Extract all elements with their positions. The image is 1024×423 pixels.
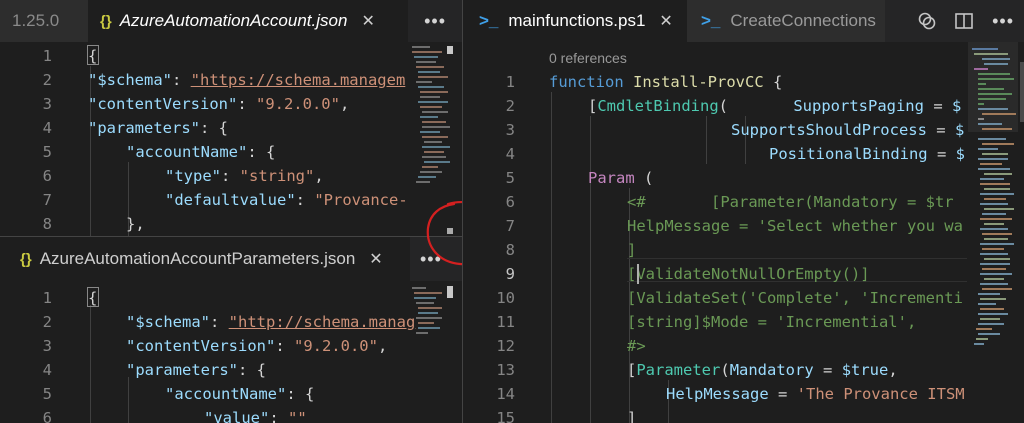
code-line: 2 [CmdletBinding( SupportsPaging = $ (505, 97, 962, 115)
tab-label: CreateConnections (730, 11, 876, 30)
powershell-icon: >_ (479, 11, 499, 30)
minimap[interactable] (410, 281, 452, 423)
code-line: 11 [string]$Mode = 'Incremential', (496, 313, 917, 331)
code-line: 8] (505, 241, 637, 259)
tab-azure-automation-account[interactable]: {} AzureAutomationAccount.json ✕ (88, 0, 408, 42)
split-editor-icon[interactable] (954, 11, 974, 31)
left-top-tabbar: 1.25.0 {} AzureAutomationAccount.json ✕ … (0, 0, 462, 42)
code-line: 4 "parameters": { (42, 361, 266, 379)
code-line: 1{ (42, 289, 98, 307)
code-line: 5 "accountName": { (42, 143, 276, 161)
code-line: 12 #> (496, 337, 646, 355)
code-line: 5 "accountName": { (42, 385, 315, 403)
code-line: 4 PositionalBinding = $ (505, 145, 965, 163)
minimap[interactable] (968, 42, 1024, 423)
close-icon[interactable]: ✕ (361, 11, 374, 31)
tab-azure-automation-account-parameters[interactable]: {} AzureAutomationAccountParameters.json… (0, 237, 410, 281)
tab-label: AzureAutomationAccount.json (119, 11, 348, 30)
code-line: 3 "contentVersion": "9.2.0.0", (42, 337, 388, 355)
close-icon[interactable]: ✕ (659, 11, 672, 31)
right-editor[interactable]: 0 references 1 function Install-ProvCC { … (463, 42, 1024, 423)
code-line: 9 [ValidateNotNullOrEmpty()] (505, 265, 870, 283)
tab-create-connections[interactable]: >_ CreateConnections (687, 0, 885, 42)
right-tabbar: >_ mainfunctions.ps1 ✕ >_ CreateConnecti… (463, 0, 1024, 42)
powershell-icon: >_ (701, 11, 721, 30)
code-line: 7 HelpMessage = 'Select whether you wa (505, 217, 963, 235)
code-line: 3 "contentVersion": "9.2.0.0", (42, 95, 350, 113)
more-actions-icon[interactable]: ••• (992, 11, 1014, 32)
code-line: 1 function Install-ProvCC { (505, 73, 783, 91)
code-line: 4 "parameters": { (42, 119, 228, 137)
close-icon[interactable]: ✕ (369, 249, 382, 269)
code-line: 8}, (42, 215, 145, 233)
tab-label: 1.25.0 (12, 11, 60, 30)
left-bottom-editor[interactable]: 1{ 2 "$schema": "http://schema.manag 3 "co… (0, 281, 462, 423)
code-line: 7 "defaultvalue": "Provance- (42, 191, 408, 209)
code-line: 2 "$schema": "https://schema.managem (42, 71, 406, 89)
scrollbar-thumb[interactable] (447, 286, 453, 298)
code-line: 5 Param ( (505, 169, 654, 187)
codelens[interactable]: 0 references (549, 50, 627, 66)
code-line: 3 SupportsShouldProcess = $ (505, 121, 965, 139)
left-top-editor[interactable]: 1{ 2 "$schema": "https://schema.managem 3… (0, 42, 462, 236)
code-line: 13 [Parameter(Mandatory = $true, (496, 361, 898, 379)
code-line: 6 "value": "" (42, 409, 307, 423)
tab-mainfunctions[interactable]: >_ mainfunctions.ps1 ✕ (463, 0, 687, 42)
tab-version[interactable]: 1.25.0 (0, 0, 88, 42)
tab-label: AzureAutomationAccountParameters.json (39, 249, 356, 268)
compare-icon[interactable] (916, 10, 938, 32)
code-line: 2 "$schema": "http://schema.manag (42, 313, 416, 331)
json-braces-icon: {} (100, 12, 112, 30)
code-line: 6 <# [Parameter(Mandatory = $tr (505, 193, 954, 211)
code-line: 10 [ValidateSet('Complete', 'Incrementi (496, 289, 963, 307)
more-actions-icon[interactable]: ••• (424, 11, 446, 32)
text-cursor (637, 264, 639, 284)
code-line: 6 "type": "string", (42, 167, 324, 185)
tab-label: mainfunctions.ps1 (508, 11, 646, 30)
left-bottom-tabbar: {} AzureAutomationAccountParameters.json… (0, 237, 462, 281)
code-line: 1{ (42, 47, 98, 65)
code-line: 14 HelpMessage = 'The Provance ITSM (496, 385, 965, 403)
json-braces-icon: {} (20, 250, 32, 268)
code-line: 15] (496, 409, 637, 423)
scrollbar-thumb[interactable] (447, 46, 453, 54)
